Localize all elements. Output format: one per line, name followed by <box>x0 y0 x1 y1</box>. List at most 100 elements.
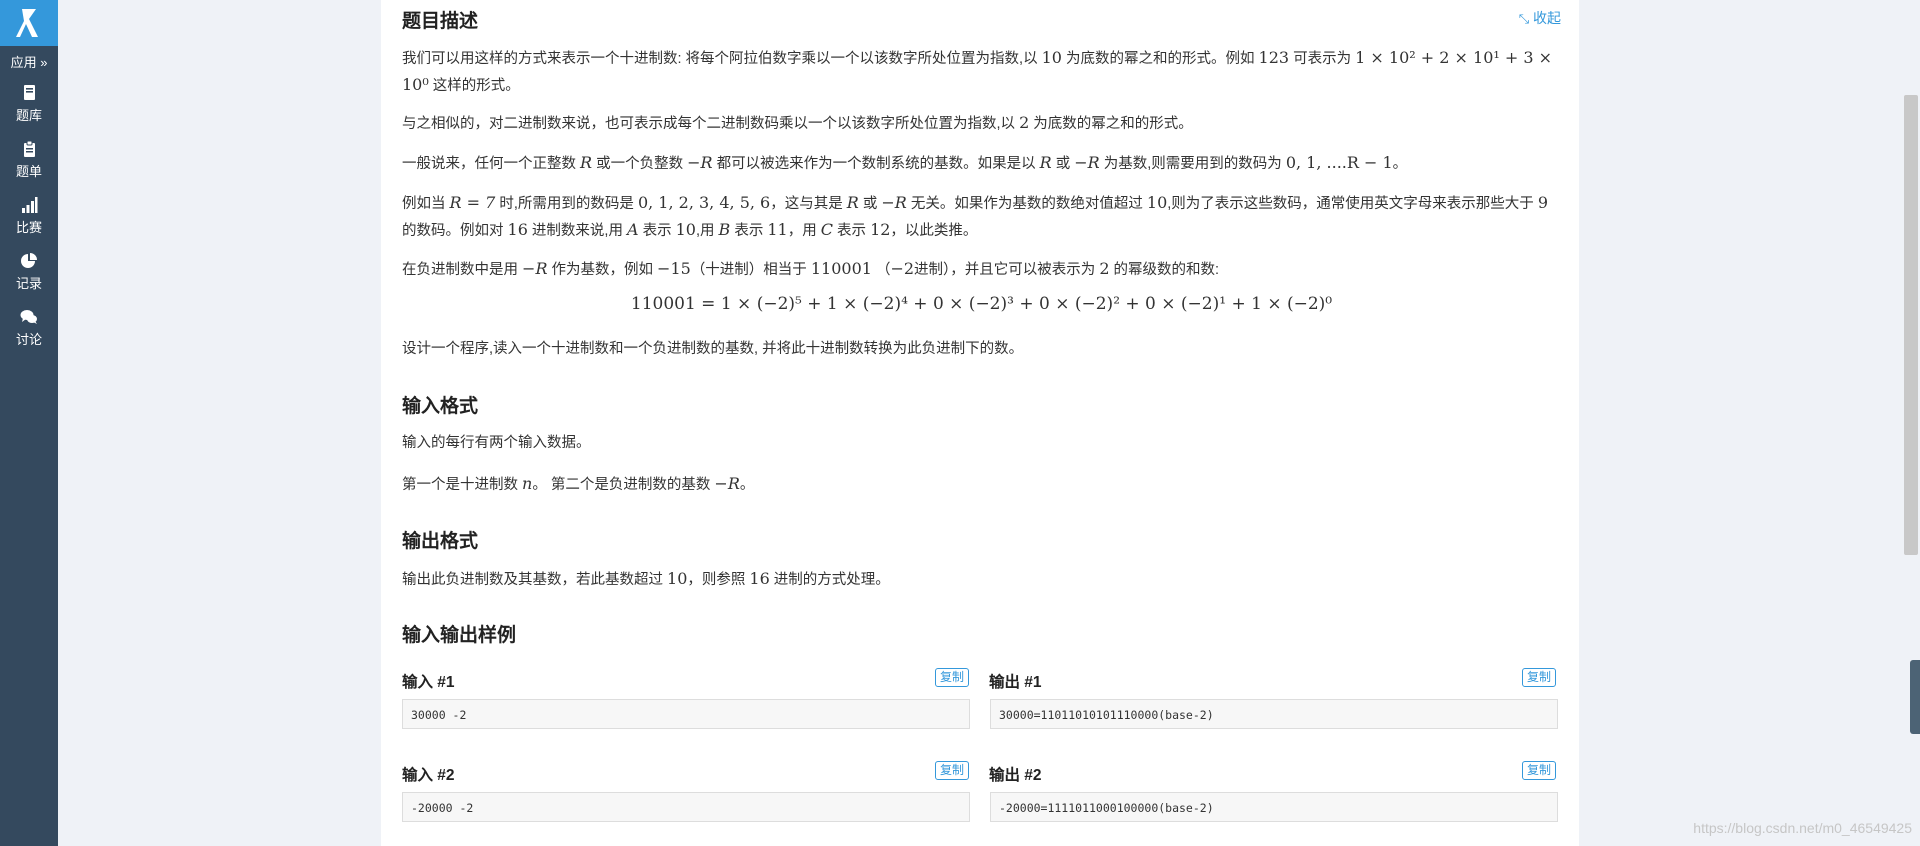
description-heading: 题目描述 <box>402 11 479 32</box>
text: 都可以被选来作为一个数制系统的基数。如果是以 <box>712 156 1040 172</box>
text: 或 <box>858 196 882 212</box>
sidebar-item-label: 记录 <box>15 276 42 291</box>
math: n <box>522 474 533 493</box>
pie-chart-icon <box>20 252 38 270</box>
sample-output-box[interactable]: -20000=1111011000100000(base-2) <box>990 792 1558 822</box>
problem-card: 题目描述 ⤡ 收起 我们可以用这样的方式来表示一个十进制数: 将每个阿拉伯数字乘… <box>381 0 1579 846</box>
text: 。 <box>739 477 755 493</box>
copy-output-button[interactable]: 复制 <box>1522 761 1557 780</box>
collapse-icon: ⤡ <box>1518 12 1530 27</box>
sample-input-box[interactable]: -20000 -2 <box>402 792 970 822</box>
math: R = 7 <box>449 193 496 212</box>
text: 。 <box>1392 156 1408 172</box>
text: 作为基数，例如 <box>547 262 658 278</box>
math: 16 <box>507 220 528 239</box>
output-format-heading: 输出格式 <box>402 531 479 552</box>
description-paragraph-2: 与之相似的，对二进制数来说，也可表示成每个二进制数码乘以一个以该数字所处位置为指… <box>402 110 1561 137</box>
text: 输出此负进制数及其基数，若此基数超过 <box>402 572 668 588</box>
math: 0, 1, 2, 3, 4, 5, 6 <box>637 193 771 212</box>
sidebar-item-problem-lists[interactable]: 题单 <box>0 140 58 180</box>
description-paragraph-4: 例如当 R = 7 时,所需用到的数码是 0, 1, 2, 3, 4, 5, 6… <box>402 190 1561 244</box>
math: R <box>580 153 593 172</box>
text: 。 第二个是负进制数的基数 <box>532 477 715 493</box>
output-format-line: 输出此负进制数及其基数，若此基数超过 10，则参照 16 进制的方式处理。 <box>402 566 1561 593</box>
apps-label: 应用 » <box>10 55 48 70</box>
text: 可表示为 <box>1289 51 1356 67</box>
text: 我们可以用这样的方式来表示一个十进制数: 将每个阿拉伯数字乘以一个以该数字所处位… <box>402 51 1042 67</box>
math: A <box>626 220 639 239</box>
text: ，以此类推。 <box>890 223 978 239</box>
input-format-line-2: 第一个是十进制数 n。 第二个是负进制数的基数 −R。 <box>402 471 1561 498</box>
sample-output-label: 输出 #2 <box>989 767 1042 784</box>
text: ，用 <box>787 223 821 239</box>
sidebar-item-problems[interactable]: 题库 <box>0 84 58 124</box>
math: 2 <box>1019 113 1030 132</box>
math: 16 <box>749 569 770 588</box>
text: 在负进制数中是用 <box>402 262 523 278</box>
math: 12 <box>870 220 891 239</box>
text: 的幂级数的和数: <box>1109 262 1220 278</box>
luogu-logo[interactable] <box>0 0 58 46</box>
sample-input-label: 输入 #2 <box>402 767 455 784</box>
copy-input-button[interactable]: 复制 <box>935 668 970 687</box>
math: −R <box>687 153 713 172</box>
math: 9 <box>1537 193 1548 212</box>
copy-input-button[interactable]: 复制 <box>935 761 970 780</box>
text: ，这与其是 <box>770 196 847 212</box>
sidebar-item-label: 讨论 <box>15 332 42 347</box>
text: 与之相似的，对二进制数来说，也可表示成每个二进制数码乘以一个以该数字所处位置为指… <box>402 116 1020 132</box>
power-series-formula: 110001 = 1 × (−2)⁵ + 1 × (−2)⁴ + 0 × (−2… <box>630 294 1333 314</box>
sample-output-label: 输出 #1 <box>989 674 1042 691</box>
sidebar-item-discuss[interactable]: 讨论 <box>0 308 58 348</box>
text: 或一个负整数 <box>592 156 688 172</box>
math: 123 <box>1258 48 1290 67</box>
copy-output-button[interactable]: 复制 <box>1522 668 1557 687</box>
description-paragraph-3: 一般说来，任何一个正整数 R 或一个负整数 −R 都可以被选来作为一个数制系统的… <box>402 150 1561 177</box>
text: 表示 <box>638 223 676 239</box>
text: 进制的方式处理。 <box>769 572 890 588</box>
watermark: https://blog.csdn.net/m0_46549425 <box>1693 820 1912 836</box>
text: 进制数来说,用 <box>527 223 627 239</box>
description-paragraph-5: 在负进制数中是用 −R 作为基数，例如 −15（十进制）相当于 110001 （… <box>402 256 1561 283</box>
math: 110001 <box>810 259 872 278</box>
logo-icon <box>16 9 38 37</box>
math: −15 <box>657 259 691 278</box>
text: 无关。如果作为基数的数绝对值超过 <box>906 196 1147 212</box>
text: ,则为了表示这些数码，通常使用英文字母来表示那些大于 <box>1167 196 1538 212</box>
collapse-label: 收起 <box>1533 10 1561 26</box>
input-format-line-1: 输入的每行有两个输入数据。 <box>402 435 591 451</box>
text: （十进制）相当于 <box>690 262 811 278</box>
bar-chart-icon <box>20 196 38 214</box>
text: 的数码。例如对 <box>402 223 508 239</box>
collapse-button[interactable]: ⤡ 收起 <box>1519 8 1561 28</box>
math: R <box>846 193 859 212</box>
apps-menu[interactable]: 应用 » <box>0 52 58 71</box>
math: 10 <box>675 220 696 239</box>
sidebar-item-label: 比赛 <box>15 220 42 235</box>
sidebar-item-label: 题库 <box>15 108 42 123</box>
math: C <box>820 220 833 239</box>
text: 时,所需用到的数码是 <box>495 196 638 212</box>
text: 为基数,则需要用到的数码为 <box>1099 156 1286 172</box>
text: 例如当 <box>402 196 450 212</box>
sidebar-item-records[interactable]: 记录 <box>0 252 58 292</box>
samples-heading: 输入输出样例 <box>402 625 517 646</box>
text: 表示 <box>833 223 871 239</box>
math: 10 <box>1041 48 1062 67</box>
input-format-heading: 输入格式 <box>402 396 479 417</box>
chat-icon <box>20 308 38 326</box>
math: −R <box>714 474 740 493</box>
text: 这样的形式。 <box>428 78 520 94</box>
sample-input-box[interactable]: 30000 -2 <box>402 699 970 729</box>
sidebar-item-contests[interactable]: 比赛 <box>0 196 58 236</box>
math: 2 <box>1099 259 1110 278</box>
math: 10 <box>1146 193 1168 212</box>
page-scrollbar[interactable] <box>1904 95 1918 555</box>
math: 10 <box>667 569 688 588</box>
text: 为底数的幂之和的形式。 <box>1029 116 1193 132</box>
text: （ <box>871 262 891 278</box>
description-paragraph-6: 设计一个程序,读入一个十进制数和一个负进制数的基数, 并将此十进制数转换为此负进… <box>402 341 1024 357</box>
sample-output-box[interactable]: 30000=11011010101110000(base-2) <box>990 699 1558 729</box>
sample-input-label: 输入 #1 <box>402 674 455 691</box>
side-widget-handle[interactable] <box>1910 660 1920 734</box>
